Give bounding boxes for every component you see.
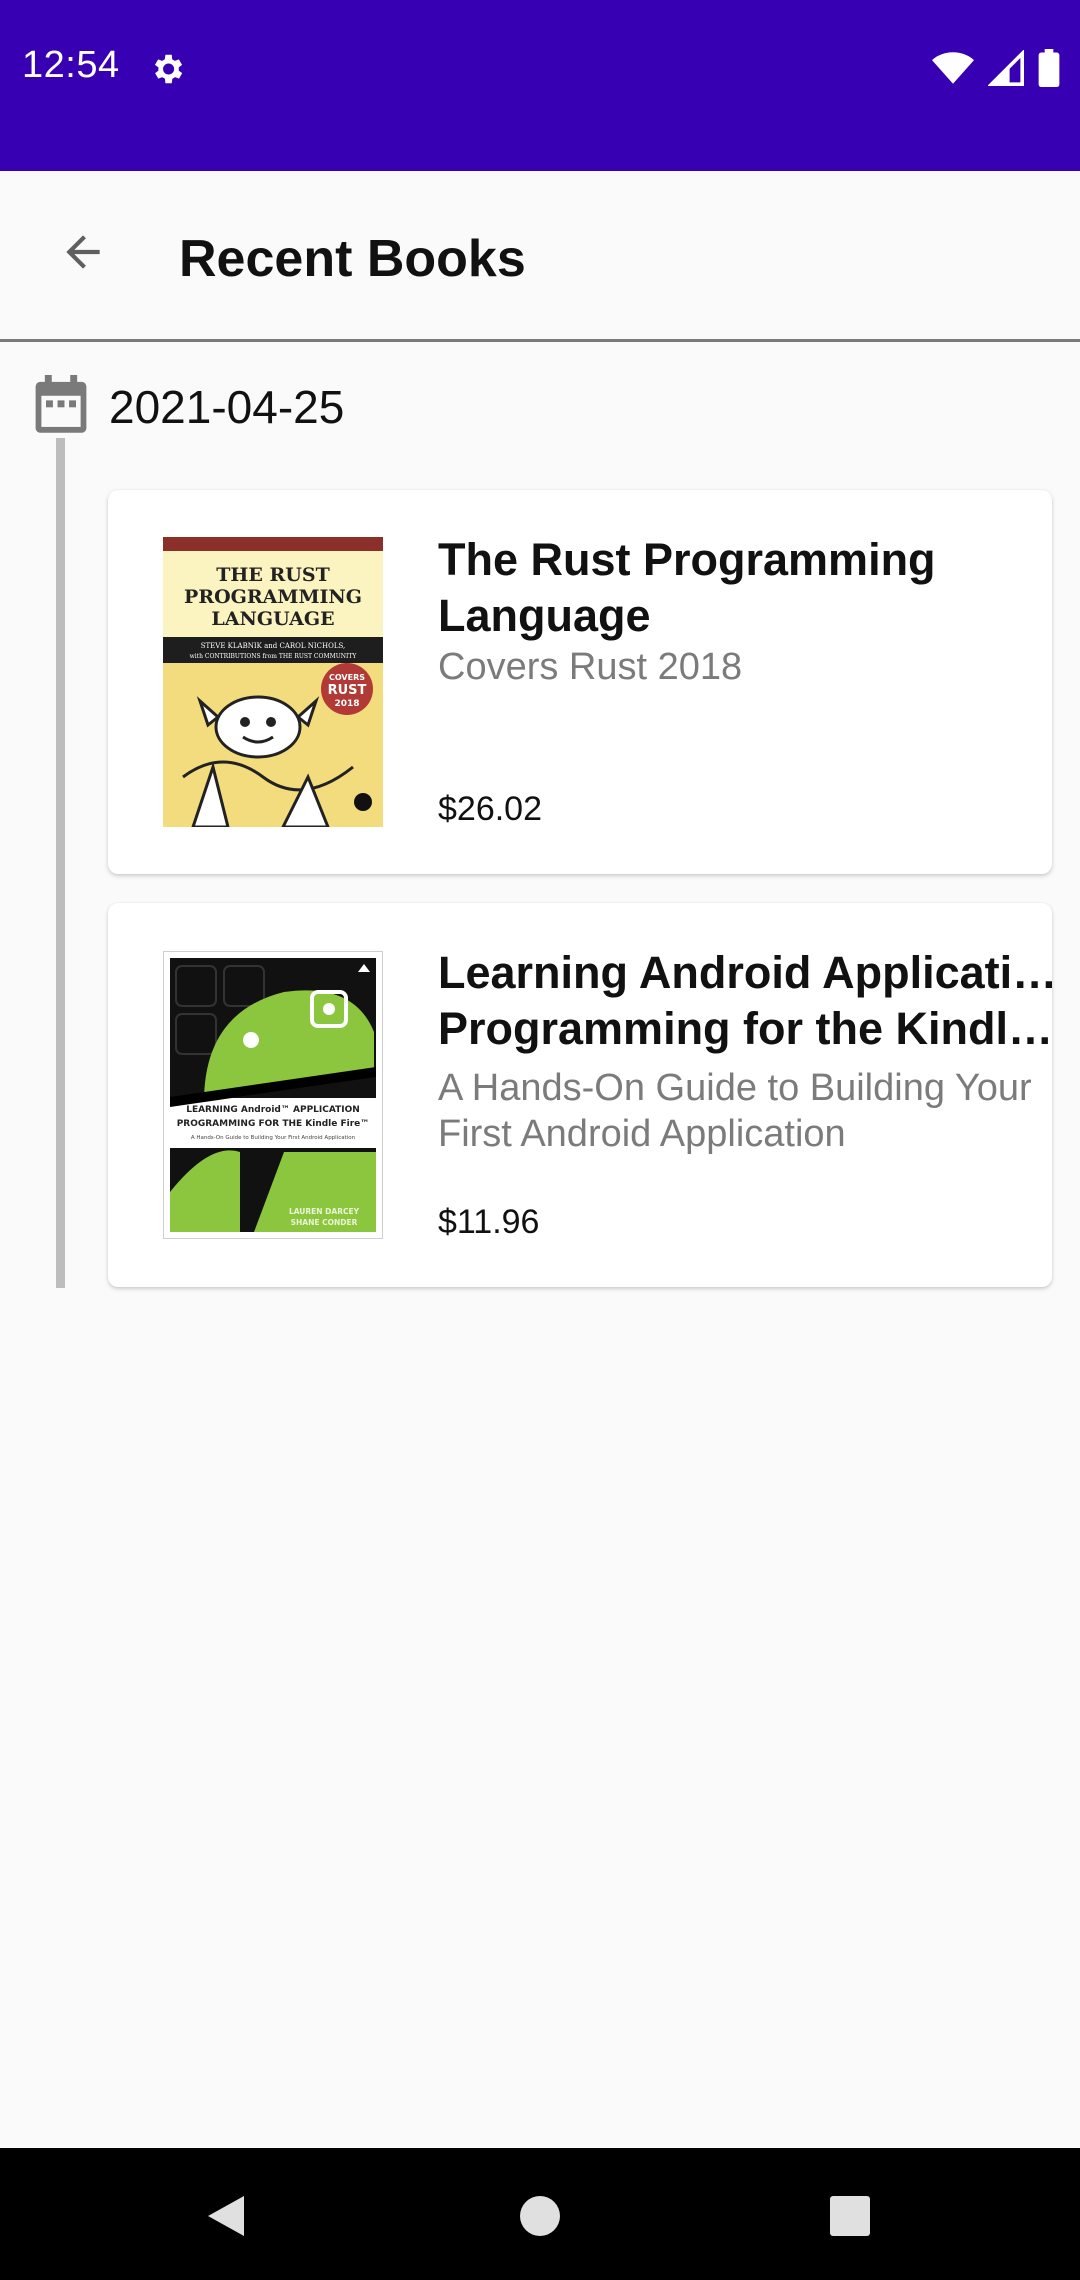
settings-gear-icon — [154, 54, 183, 84]
status-time: 12:54 — [22, 44, 120, 86]
svg-text:COVERS: COVERS — [329, 673, 365, 682]
svg-text:STEVE KLABNIK and CAROL NICHOL: STEVE KLABNIK and CAROL NICHOLS, — [201, 642, 346, 650]
svg-text:PROGRAMMING FOR THE Kindle Fir: PROGRAMMING FOR THE Kindle Fire™ — [177, 1119, 370, 1129]
book-subtitle: Covers Rust 2018 — [438, 646, 743, 688]
back-button[interactable] — [38, 207, 128, 297]
nav-home-icon[interactable] — [510, 2186, 570, 2246]
book-card[interactable]: LEARNING Android™ APPLICATION PROGRAMMIN… — [108, 903, 1052, 1287]
rust-book-cover: THE RUST PROGRAMMING LANGUAGE STEVE KLAB… — [163, 537, 383, 827]
android-book-cover: LEARNING Android™ APPLICATION PROGRAMMIN… — [164, 952, 382, 1238]
timeline-date: 2021-04-25 — [109, 381, 345, 433]
system-nav-bar — [0, 2148, 1080, 2280]
cell-signal-icon — [988, 50, 1024, 86]
svg-text:THE RUST: THE RUST — [216, 564, 329, 586]
timeline-line — [56, 438, 65, 1288]
svg-text:PROGRAMMING: PROGRAMMING — [184, 586, 362, 608]
status-bar: 12:54 — [0, 0, 1080, 171]
app-bar: Recent Books — [0, 171, 1080, 342]
svg-text:LANGUAGE: LANGUAGE — [211, 608, 334, 630]
book-cover: THE RUST PROGRAMMING LANGUAGE STEVE KLAB… — [163, 537, 383, 827]
svg-text:A Hands-On Guide to Building Y: A Hands-On Guide to Building Your First … — [191, 1135, 356, 1141]
arrow-back-icon — [66, 235, 100, 269]
svg-text:SHANE CONDER: SHANE CONDER — [291, 1218, 358, 1227]
calendar-icon — [35, 375, 87, 433]
book-title: Learning Android Application Programming… — [438, 947, 1052, 1054]
nav-back-icon[interactable] — [196, 2186, 256, 2246]
book-title: The Rust Programming Language — [438, 534, 936, 641]
svg-text:2018: 2018 — [334, 699, 359, 709]
svg-text:LAUREN DARCEY: LAUREN DARCEY — [289, 1207, 360, 1216]
wifi-icon — [932, 52, 974, 84]
battery-icon — [1038, 49, 1060, 87]
status-icons — [932, 48, 1060, 88]
nav-recents-icon[interactable] — [820, 2186, 880, 2246]
page-title: Recent Books — [179, 230, 526, 288]
svg-text:LEARNING Android™ APPLICATION: LEARNING Android™ APPLICATION — [186, 1105, 360, 1115]
book-price: $11.96 — [438, 1203, 540, 1241]
book-cover: LEARNING Android™ APPLICATION PROGRAMMIN… — [163, 951, 383, 1239]
book-card[interactable]: THE RUST PROGRAMMING LANGUAGE STEVE KLAB… — [108, 490, 1052, 874]
svg-text:with CONTRIBUTIONS from THE RU: with CONTRIBUTIONS from THE RUST COMMUNI… — [190, 653, 358, 660]
svg-text:RUST: RUST — [328, 683, 367, 698]
book-subtitle: A Hands-On Guide to Building Your First … — [438, 1067, 1032, 1155]
book-price: $26.02 — [438, 790, 542, 828]
